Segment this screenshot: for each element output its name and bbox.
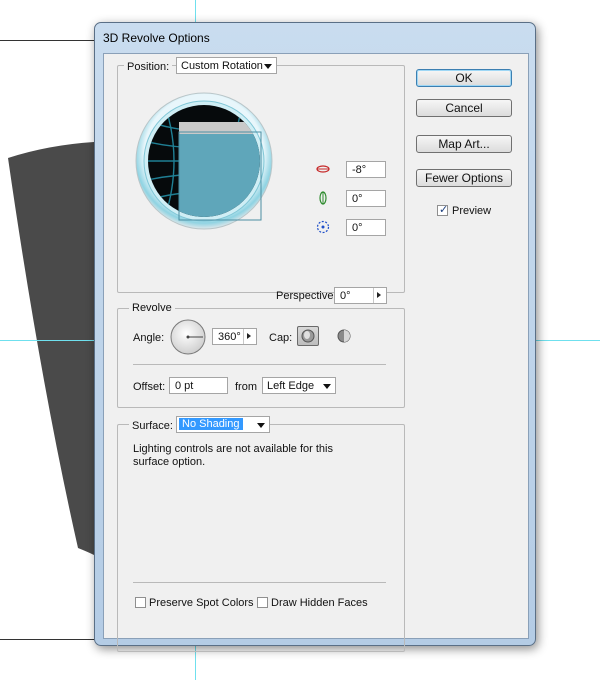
cap-on-button[interactable] (297, 326, 319, 346)
preserve-spot-colors-checkbox[interactable] (135, 597, 146, 608)
rotate-z-icon (316, 220, 330, 234)
map-art-button[interactable]: Map Art... (416, 135, 512, 153)
chevron-down-icon (321, 380, 333, 392)
cap-on-icon (301, 329, 315, 343)
chevron-down-icon (255, 419, 267, 431)
draw-hidden-faces-checkbox[interactable] (257, 597, 268, 608)
angle-dial-icon[interactable] (169, 318, 207, 356)
preserve-spot-colors-label: Preserve Spot Colors (149, 597, 254, 609)
from-value: Left Edge (267, 380, 315, 392)
position-dropdown[interactable]: Custom Rotation (176, 57, 277, 74)
rotate-x-field[interactable]: -8° (346, 161, 386, 178)
surface-label: Surface: (129, 420, 176, 432)
chevron-down-icon (262, 60, 274, 72)
surface-value: No Shading (179, 418, 243, 430)
draw-hidden-faces-label: Draw Hidden Faces (271, 597, 368, 609)
cap-off-icon[interactable] (336, 328, 352, 344)
spin-right-icon[interactable] (373, 288, 386, 303)
rotate-z-field[interactable]: 0° (346, 219, 386, 236)
perspective-value: 0° (340, 290, 351, 302)
from-dropdown[interactable]: Left Edge (262, 377, 336, 394)
preview-checkbox[interactable]: ✓ (437, 204, 449, 216)
fewer-options-button[interactable]: Fewer Options (416, 169, 512, 187)
surface-message: Lighting controls are not available for … (133, 443, 333, 468)
preview-label: Preview (452, 205, 492, 217)
revolve-divider (133, 364, 386, 365)
dialog-title: 3D Revolve Options (103, 31, 210, 45)
position-value: Custom Rotation (181, 60, 263, 72)
surface-dropdown[interactable]: No Shading (176, 416, 270, 433)
cap-label: Cap: (269, 332, 293, 344)
angle-value: 360° (218, 331, 241, 343)
from-label: from (235, 381, 257, 393)
angle-label: Angle: (133, 332, 165, 344)
rotate-y-field[interactable]: 0° (346, 190, 386, 207)
checkmark-icon: ✓ (439, 204, 449, 216)
perspective-field[interactable]: 0° (334, 287, 387, 304)
revolve-legend: Revolve (129, 302, 175, 314)
offset-label: Offset: (133, 381, 166, 393)
cancel-button[interactable]: Cancel (416, 99, 512, 117)
rotate-y-value: 0° (352, 193, 363, 205)
perspective-label: Perspective: (276, 290, 337, 302)
surface-divider (133, 582, 386, 583)
rotate-z-value: 0° (352, 222, 363, 234)
rotate-y-icon (319, 191, 327, 205)
offset-value: 0 pt (175, 380, 194, 392)
3d-revolve-dialog: 3D Revolve Options Position: Custom Rota… (94, 22, 536, 652)
rotate-x-icon (316, 165, 330, 173)
position-label: Position: (124, 61, 173, 73)
spin-right-icon[interactable] (243, 329, 256, 344)
rotate-x-value: -8° (352, 164, 367, 176)
offset-field[interactable]: 0 pt (169, 377, 228, 394)
angle-field[interactable]: 360° (212, 328, 257, 345)
dialog-client: Position: Custom Rotation -8° 0° 0° Pers… (103, 53, 529, 652)
rotation-trackball[interactable] (135, 92, 273, 230)
ok-button[interactable]: OK (416, 69, 512, 87)
revolve-group (117, 308, 405, 408)
